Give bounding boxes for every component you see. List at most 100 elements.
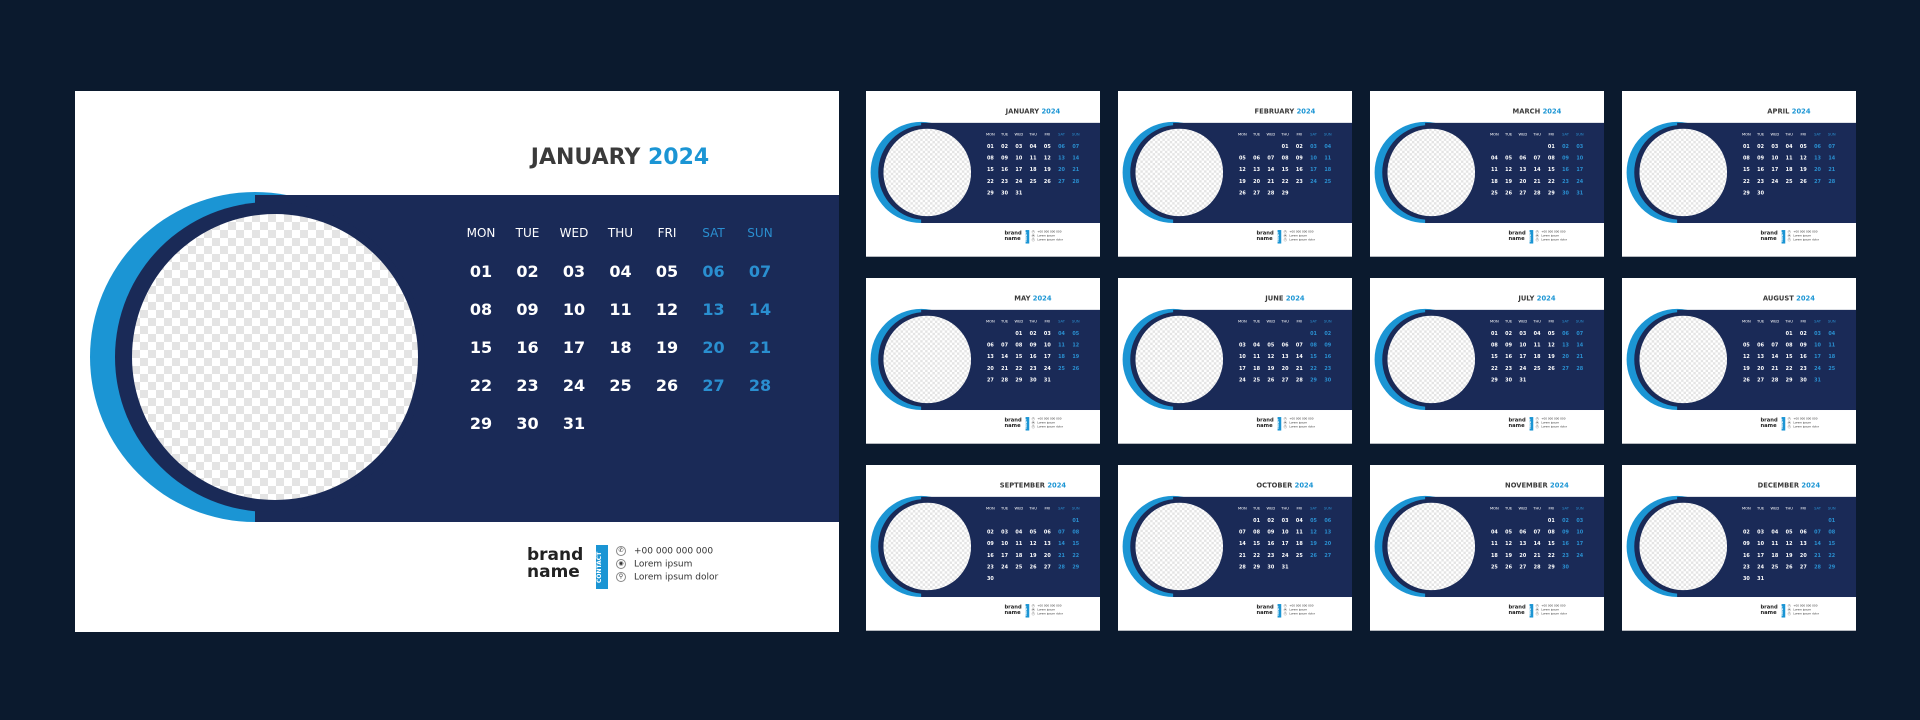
photo-placeholder[interactable] [1387,315,1476,404]
photo-placeholder[interactable] [132,214,418,500]
day-cell: 04 [1324,143,1332,150]
weekday-header: THU [1533,506,1541,511]
day-cell: 26 [1238,189,1246,196]
brand-logo: brand name [1004,231,1021,241]
day-cell: 18 [1324,166,1332,173]
location-icon: ⚲ [1787,238,1791,242]
photo-placeholder[interactable] [1387,502,1476,591]
phone-icon: ✆ [1283,417,1287,421]
month-name: AUGUST [1762,294,1797,303]
day-cell: 04 [1533,330,1541,337]
photo-placeholder[interactable] [1639,128,1728,217]
photo-placeholder[interactable] [1135,315,1224,404]
month-title: NOVEMBER 2024 [1476,482,1599,490]
day-cell: 19 [655,338,679,357]
brand-line: name [527,562,580,582]
day-cell: 31 [1015,189,1023,196]
day-cell: 05 [1505,155,1513,161]
day-cell: 01 [1490,330,1498,337]
day-cell: 28 [748,376,772,395]
day-cell: 13 [1519,166,1527,173]
thumbnail-calendar-december: DECEMBER 2024 MON TUE WED THU FRI SAT SUN 01 02 03… [1622,465,1856,631]
day-cell: 23 [1001,178,1009,185]
day-cell: 04 [1785,143,1793,150]
day-cell: 28 [1828,178,1836,185]
photo-placeholder[interactable] [883,502,972,591]
globe-icon: ◉ [1535,421,1539,425]
day-cell: 18 [1490,178,1498,185]
day-cell: 08 [986,155,994,161]
day-cell: 01 [1310,330,1317,337]
day-cell: 24 [562,376,586,395]
day-cell: 20 [1757,365,1765,372]
contact-text: Lorem ipsum [1289,608,1308,612]
photo-placeholder[interactable] [1135,502,1224,591]
brand-logo: brand name [1760,605,1777,615]
weekday-header: SUN [1071,506,1080,511]
day-cell: 10 [1015,155,1023,161]
photo-placeholder[interactable] [1639,315,1728,404]
photo-placeholder[interactable] [1135,128,1224,217]
brand-logo: brand name [1508,418,1525,428]
day-cell: 09 [1757,155,1765,161]
day-cell: 14 [1238,540,1246,547]
phone-icon: ✆ [1031,604,1035,608]
contact-text: Lorem ipsum [1793,421,1812,425]
contact-text: Lorem ipsum dolor [634,572,719,583]
photo-placeholder[interactable] [1387,128,1476,217]
photo-placeholder[interactable] [883,128,972,217]
weekday-header: MON [1237,319,1247,324]
day-cell: 02 [1742,529,1750,535]
day-cell: 09 [1505,342,1513,348]
day-cell: 17 [1519,353,1527,360]
contact-text: +00 000 000 000 [1037,230,1062,234]
day-cell: 06 [1519,155,1527,161]
contact-label: CONTACT [1781,604,1786,618]
day-cell: 18 [1029,166,1037,173]
month-title: MAY 2024 [972,295,1095,303]
day-cell: 21 [1814,552,1821,559]
weekday-header: TUE [1504,132,1513,137]
day-cell: 27 [1281,376,1289,383]
day-cell: 04 [1295,517,1303,524]
contact-line: ✆ +00 000 000 000 [1031,230,1062,234]
day-cell: 11 [1295,529,1303,535]
contact-line: ✆ +00 000 000 000 [1283,230,1313,234]
day-cell: 29 [469,414,493,433]
day-cell: 28 [1001,376,1009,383]
day-cell: 22 [1742,178,1750,185]
phone-icon: ✆ [1031,417,1035,421]
contact-text: Lorem ipsum dolor [1541,612,1568,616]
day-cell: 09 [1001,155,1009,161]
weekday-header: THU [1029,132,1037,137]
day-cell: 31 [1814,376,1821,383]
day-cell: 18 [1015,552,1023,559]
day-cell: 12 [1505,540,1513,547]
day-cell: 09 [1029,342,1037,348]
day-cell: 25 [609,376,632,395]
brand-logo: brand name [1004,605,1021,615]
day-cell: 15 [1547,540,1555,547]
day-cell: 24 [1814,365,1821,372]
location-icon: ⚲ [1787,425,1791,429]
day-cell: 02 [1505,330,1513,337]
globe-icon: ◉ [616,559,626,569]
day-cell: 17 [1281,540,1289,547]
globe-icon: ◉ [1031,234,1035,238]
weekday-header: MON [985,506,995,511]
contact-text: Lorem ipsum [1793,608,1812,612]
thumbnail-calendar-october: OCTOBER 2024 MON TUE WED THU FRI SAT SUN 01 02 03 0… [1118,465,1352,631]
day-cell: 19 [1238,178,1246,185]
weekday-header: WED [1014,132,1024,137]
photo-placeholder[interactable] [883,315,972,404]
day-cell: 22 [1310,365,1317,372]
day-cell: 22 [469,376,493,395]
contact-line: ⚲ Lorem ipsum dolor [1787,612,1819,616]
day-cell: 30 [516,414,539,433]
photo-placeholder[interactable] [1639,502,1728,591]
day-cell: 22 [1253,552,1261,559]
globe-icon: ◉ [1787,234,1791,238]
weekday-header: SUN [1827,132,1836,137]
day-cell: 20 [1253,178,1261,185]
day-cell: 08 [1490,342,1498,348]
